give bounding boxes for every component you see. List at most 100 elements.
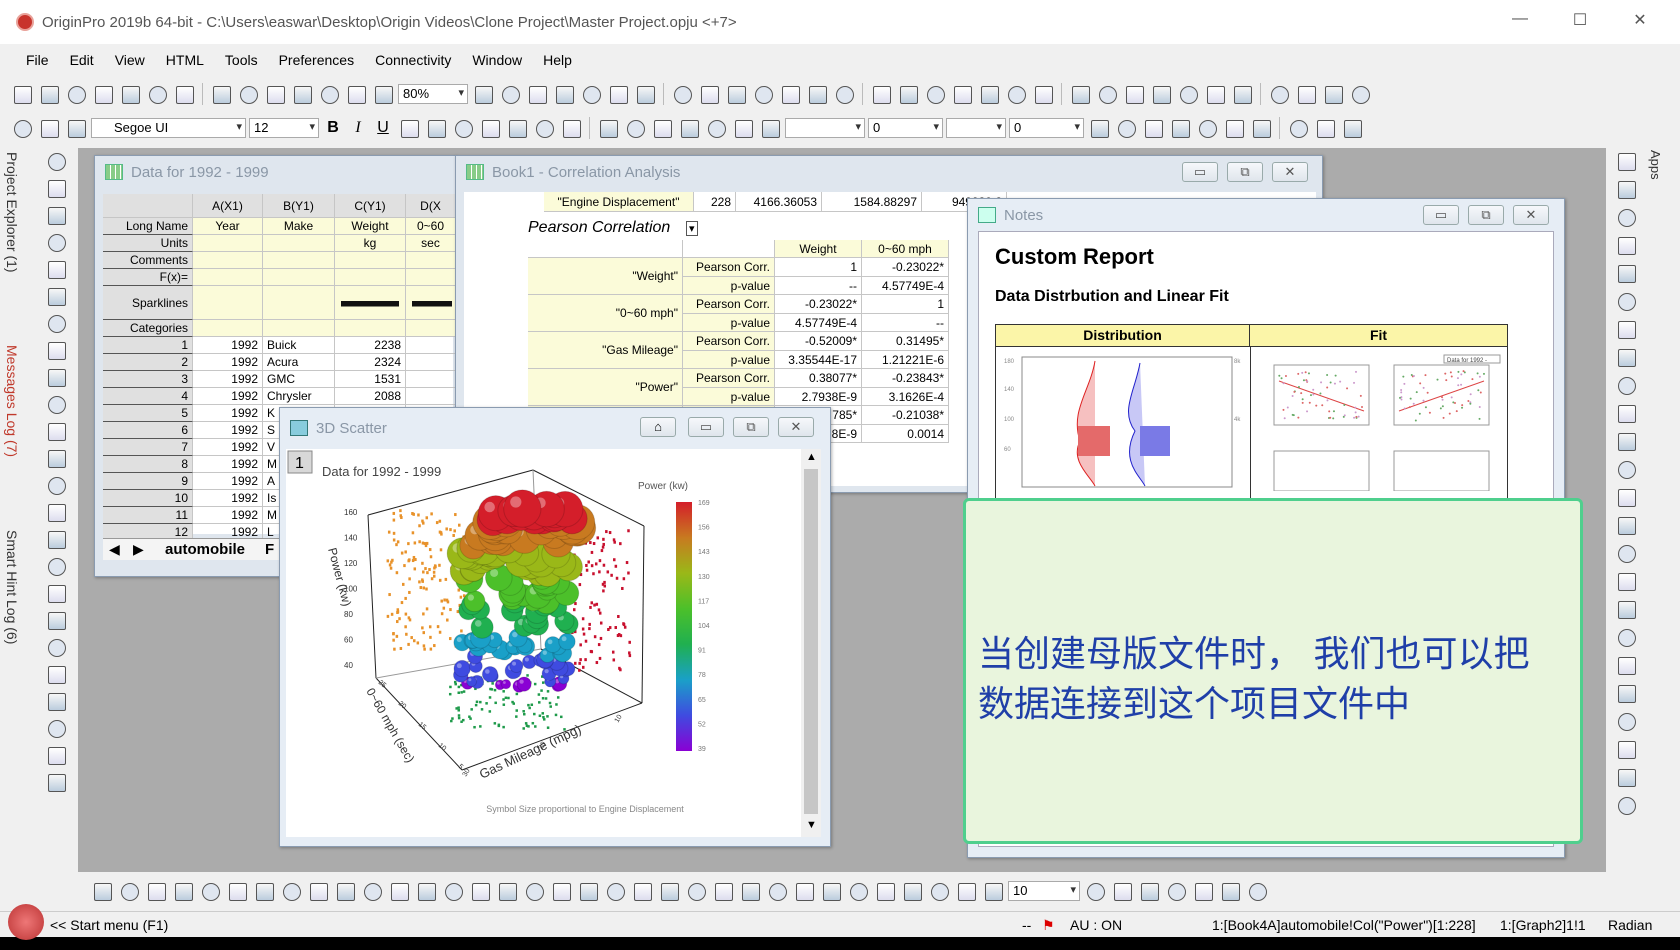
toolbar-button-icon[interactable] xyxy=(90,880,114,902)
meta-cell[interactable] xyxy=(406,269,456,286)
toolbar-button-icon[interactable] xyxy=(1083,880,1107,902)
start-button-icon[interactable] xyxy=(8,904,44,940)
scatter-close-button[interactable]: ✕ xyxy=(778,417,814,437)
toolbar-button-icon[interactable] xyxy=(832,83,856,105)
toolbar-button-icon[interactable] xyxy=(1294,83,1318,105)
toolbar-button-icon[interactable] xyxy=(505,117,529,139)
row-number[interactable]: 9 xyxy=(103,473,193,490)
toolbar-button-icon[interactable] xyxy=(44,609,66,630)
row-number[interactable]: 4 xyxy=(103,388,193,405)
toolbar-button-icon[interactable] xyxy=(650,117,674,139)
menu-preferences[interactable]: Preferences xyxy=(279,52,354,68)
year-cell[interactable]: 1992 xyxy=(193,354,263,371)
variable-label[interactable]: "Gas Mileage" xyxy=(528,332,683,369)
toolbar-button-icon[interactable] xyxy=(371,83,395,105)
toolbar-button-icon[interactable] xyxy=(441,880,465,902)
meta-cell[interactable] xyxy=(406,252,456,269)
p-value[interactable]: -- xyxy=(862,313,949,332)
column-header[interactable]: A(X1) xyxy=(193,194,263,218)
meta-cell[interactable]: kg xyxy=(335,235,406,252)
corr-value[interactable]: -0.23022* xyxy=(862,258,949,277)
toolbar-button-icon[interactable] xyxy=(606,83,630,105)
p-value[interactable]: 3.1626E-4 xyxy=(862,387,949,406)
weight-cell[interactable]: 1531 xyxy=(335,371,406,388)
row-number[interactable]: 1 xyxy=(103,337,193,354)
toolbar-button-icon[interactable] xyxy=(751,83,775,105)
toolbar-button-icon[interactable] xyxy=(44,420,66,441)
toolbar-button-icon[interactable] xyxy=(252,880,276,902)
p-value[interactable]: 1.21221E-6 xyxy=(862,350,949,369)
section-dropdown-icon[interactable]: ▾ xyxy=(686,221,698,236)
toolbar-button-icon[interactable] xyxy=(596,117,620,139)
row-number[interactable]: 5 xyxy=(103,405,193,422)
toolbar-button-icon[interactable] xyxy=(532,117,556,139)
toolbar-button-icon[interactable] xyxy=(495,880,519,902)
corr-restore-button[interactable]: ⧉ xyxy=(1227,162,1263,182)
toolbar-button-icon[interactable] xyxy=(522,880,546,902)
meta-cell[interactable] xyxy=(406,286,456,320)
stat-label[interactable]: Pearson Corr. xyxy=(683,258,775,277)
toolbar-button-icon[interactable] xyxy=(896,83,920,105)
toolbar-button-icon[interactable] xyxy=(1004,83,1028,105)
cell[interactable] xyxy=(406,354,456,371)
toolbar-button-icon[interactable] xyxy=(1203,83,1227,105)
toolbar-button-icon[interactable] xyxy=(684,880,708,902)
scatter-minimize-button[interactable]: ▭ xyxy=(688,417,724,437)
toolbar-button-icon[interactable] xyxy=(451,117,475,139)
zoom-combo[interactable]: 80% xyxy=(398,84,468,104)
make-cell[interactable]: GMC xyxy=(263,371,335,388)
scroll-up-icon[interactable]: ▲ xyxy=(806,451,817,463)
toolbar-button-icon[interactable] xyxy=(44,690,66,711)
toolbar-button-icon[interactable] xyxy=(171,880,195,902)
row-number[interactable]: 11 xyxy=(103,507,193,524)
toolbar-button-icon[interactable] xyxy=(981,880,1005,902)
toolbar-button-icon[interactable] xyxy=(44,582,66,603)
toolbar-button-icon[interactable] xyxy=(397,117,421,139)
stat-label[interactable]: p-value xyxy=(683,387,775,406)
toolbar-button-icon[interactable] xyxy=(805,83,829,105)
toolbar-button-icon[interactable] xyxy=(44,717,66,738)
toolbar-button-icon[interactable] xyxy=(704,117,728,139)
corr-value[interactable]: -0.23022* xyxy=(775,295,862,314)
toolbar-button-icon[interactable] xyxy=(1245,880,1269,902)
toolbar-button-icon[interactable] xyxy=(954,880,978,902)
toolbar-button-icon[interactable] xyxy=(1222,117,1246,139)
toolbar-button-icon[interactable] xyxy=(1614,766,1636,788)
variable-label[interactable]: "Weight" xyxy=(528,258,683,295)
toolbar-button-icon[interactable] xyxy=(468,880,492,902)
minimize-button[interactable]: — xyxy=(1505,10,1535,28)
toolbar-button-icon[interactable] xyxy=(1614,794,1636,816)
meta-cell[interactable] xyxy=(263,235,335,252)
toolbar-button-icon[interactable] xyxy=(670,83,694,105)
maximize-button[interactable]: ☐ xyxy=(1565,10,1595,30)
toolbar-button-icon[interactable] xyxy=(209,83,233,105)
toolbar-button-icon[interactable] xyxy=(1176,83,1200,105)
stat-label[interactable]: p-value xyxy=(683,276,775,295)
color-combo[interactable] xyxy=(946,118,1006,138)
toolbar-button-icon[interactable] xyxy=(44,636,66,657)
meta-cell[interactable] xyxy=(335,269,406,286)
toolbar-button-icon[interactable] xyxy=(64,117,88,139)
toolbar-button-icon[interactable] xyxy=(792,880,816,902)
toolbar-button-icon[interactable] xyxy=(44,285,66,306)
distribution-thumbnail[interactable]: 180 140 100 60 8k 4k xyxy=(1000,351,1246,491)
toolbar-button-icon[interactable] xyxy=(1614,598,1636,620)
column-header[interactable]: B(Y1) xyxy=(263,194,335,218)
year-cell[interactable]: 1992 xyxy=(193,507,263,524)
row-label[interactable]: Long Name xyxy=(103,218,193,235)
toolbar-button-icon[interactable] xyxy=(478,117,502,139)
make-cell[interactable]: Buick xyxy=(263,337,335,354)
toolbar-button-icon[interactable] xyxy=(1614,486,1636,508)
toolbar-button-icon[interactable] xyxy=(1614,626,1636,648)
italic-button[interactable]: I xyxy=(347,119,369,137)
column-header[interactable]: 0~60 mph xyxy=(862,240,949,258)
toolbar-button-icon[interactable] xyxy=(869,83,893,105)
row-label[interactable]: Sparklines xyxy=(103,286,193,320)
toolbar-button-icon[interactable] xyxy=(1321,83,1345,105)
toolbar-button-icon[interactable] xyxy=(498,83,522,105)
toolbar-button-icon[interactable] xyxy=(846,880,870,902)
row-label[interactable]: Units xyxy=(103,235,193,252)
toolbar-button-icon[interactable] xyxy=(1249,117,1273,139)
year-cell[interactable]: 1992 xyxy=(193,422,263,439)
line-style-combo[interactable] xyxy=(785,118,865,138)
